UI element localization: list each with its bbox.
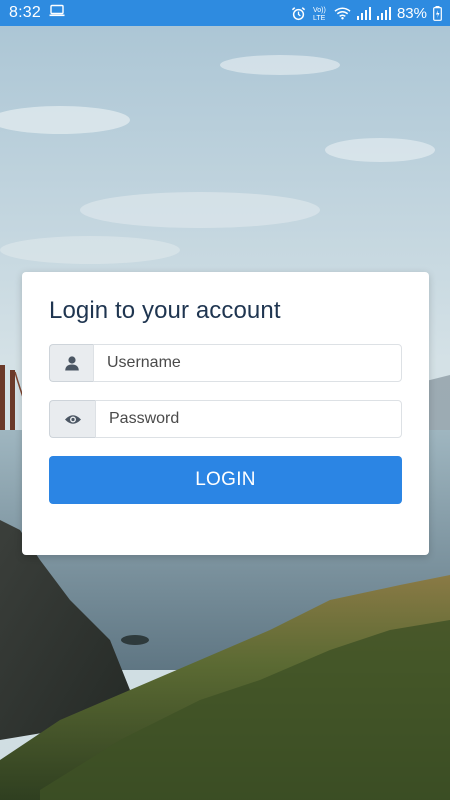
svg-text:LTE: LTE xyxy=(313,15,326,21)
battery-charging-icon xyxy=(433,5,442,21)
battery-percent: 83% xyxy=(396,4,427,22)
svg-text:Vo)): Vo)) xyxy=(313,7,326,14)
eye-icon[interactable] xyxy=(49,400,95,438)
status-bar: 8:32 Vo)) LTE 83% xyxy=(0,0,450,26)
login-card: Login to your account LOGIN xyxy=(22,272,429,555)
password-group xyxy=(49,400,402,438)
laptop-icon xyxy=(49,4,65,22)
login-title: Login to your account xyxy=(49,297,281,324)
alarm-icon xyxy=(291,6,306,21)
wifi-icon xyxy=(334,6,351,20)
status-time: 8:32 xyxy=(9,4,41,21)
signal-icon xyxy=(356,6,371,20)
password-input[interactable] xyxy=(95,400,402,438)
user-icon xyxy=(49,344,93,382)
username-group xyxy=(49,344,402,382)
status-left: 8:32 xyxy=(9,4,65,22)
login-button[interactable]: LOGIN xyxy=(49,456,402,504)
volte-icon: Vo)) LTE xyxy=(312,5,328,21)
status-right: Vo)) LTE 83% xyxy=(291,5,442,22)
signal-icon-2 xyxy=(376,6,391,20)
username-input[interactable] xyxy=(93,344,402,382)
